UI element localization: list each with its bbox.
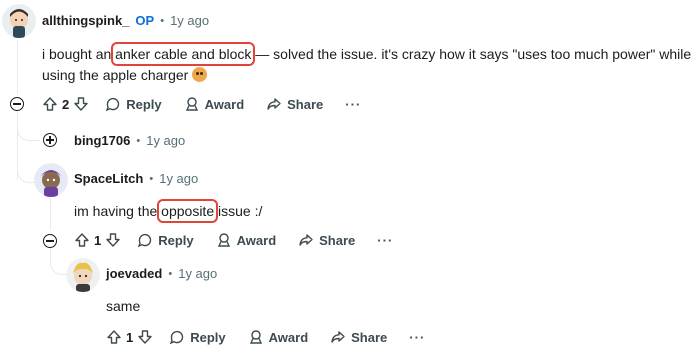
comment-body: im having the opposite issue :/ — [74, 199, 674, 223]
award-label: Award — [236, 232, 277, 248]
award-button[interactable]: Award — [184, 96, 245, 112]
upvote-icon[interactable] — [106, 329, 122, 345]
avatar[interactable] — [2, 4, 36, 38]
share-button[interactable]: Share — [298, 232, 355, 248]
share-label: Share — [287, 96, 324, 112]
username[interactable]: SpaceLitch — [74, 171, 143, 186]
vote-count: 1 — [126, 329, 134, 345]
more-options-button[interactable]: ··· — [345, 97, 361, 112]
op-badge: OP — [135, 13, 155, 28]
avatar[interactable] — [66, 258, 100, 292]
comment-body: same — [106, 298, 141, 314]
emoji-icon — [192, 67, 208, 82]
award-label: Award — [204, 96, 245, 112]
body-text-post: issue :/ — [214, 203, 263, 219]
more-options-button[interactable]: ··· — [409, 330, 425, 345]
award-button[interactable]: Award — [248, 329, 309, 345]
comment-actions: 2 Reply Award Share ··· — [42, 93, 361, 115]
share-icon — [299, 234, 313, 246]
share-button[interactable]: Share — [266, 96, 323, 112]
award-icon — [185, 97, 198, 111]
comment-body: i bought an anker cable and block — solv… — [42, 42, 692, 86]
share-icon — [331, 331, 345, 343]
username[interactable]: allthingspink_ — [42, 13, 129, 28]
comment-meta: joevaded • 1y ago — [106, 266, 217, 281]
timestamp[interactable]: 1y ago — [146, 133, 185, 148]
collapse-toggle[interactable] — [10, 97, 24, 111]
share-label: Share — [319, 232, 356, 248]
timestamp[interactable]: 1y ago — [178, 266, 217, 281]
reply-label: Reply — [126, 96, 162, 112]
vote-group: 1 — [106, 329, 153, 345]
highlighted-text: opposite — [157, 199, 219, 223]
downvote-icon[interactable] — [73, 96, 89, 112]
award-icon — [217, 233, 230, 247]
share-icon — [267, 98, 281, 110]
comment-meta: allthingspink_ OP • 1y ago — [42, 13, 209, 28]
dot-separator: • — [149, 172, 154, 185]
award-label: Award — [268, 329, 309, 345]
reply-button[interactable]: Reply — [105, 96, 162, 112]
reply-button[interactable]: Reply — [137, 232, 194, 248]
timestamp[interactable]: 1y ago — [159, 171, 198, 186]
avatar[interactable] — [34, 163, 68, 197]
upvote-icon[interactable] — [74, 232, 90, 248]
reply-icon — [170, 330, 184, 345]
expand-toggle[interactable] — [43, 133, 57, 147]
downvote-icon[interactable] — [137, 329, 153, 345]
body-text-pre: i bought an — [42, 46, 116, 62]
share-label: Share — [351, 329, 388, 345]
share-button[interactable]: Share — [330, 329, 387, 345]
reply-label: Reply — [190, 329, 226, 345]
timestamp[interactable]: 1y ago — [170, 13, 209, 28]
upvote-icon[interactable] — [42, 96, 58, 112]
vote-group: 1 — [74, 232, 121, 248]
vote-count: 2 — [62, 96, 70, 112]
username[interactable]: bing1706 — [74, 133, 130, 148]
reply-label: Reply — [158, 232, 194, 248]
vote-count: 1 — [94, 232, 102, 248]
more-options-button[interactable]: ··· — [377, 233, 393, 248]
downvote-icon[interactable] — [105, 232, 121, 248]
comment-actions: 1 Reply Award Share ··· — [74, 229, 393, 251]
dot-separator: • — [168, 267, 173, 280]
vote-group: 2 — [42, 96, 89, 112]
reply-icon — [138, 233, 152, 248]
reply-button[interactable]: Reply — [169, 329, 226, 345]
username[interactable]: joevaded — [106, 266, 162, 281]
award-icon — [249, 330, 262, 344]
collapse-toggle[interactable] — [43, 234, 57, 248]
dot-separator: • — [136, 134, 141, 147]
dot-separator: • — [160, 14, 165, 27]
comment-meta: bing1706 • 1y ago — [74, 133, 185, 148]
highlighted-text: anker cable and block — [111, 42, 256, 66]
reply-icon — [106, 97, 120, 112]
comment-actions: 1 Reply Award Share ··· — [106, 326, 425, 348]
award-button[interactable]: Award — [216, 232, 277, 248]
comment-meta: SpaceLitch • 1y ago — [74, 171, 198, 186]
body-text-pre: im having the — [74, 203, 162, 219]
